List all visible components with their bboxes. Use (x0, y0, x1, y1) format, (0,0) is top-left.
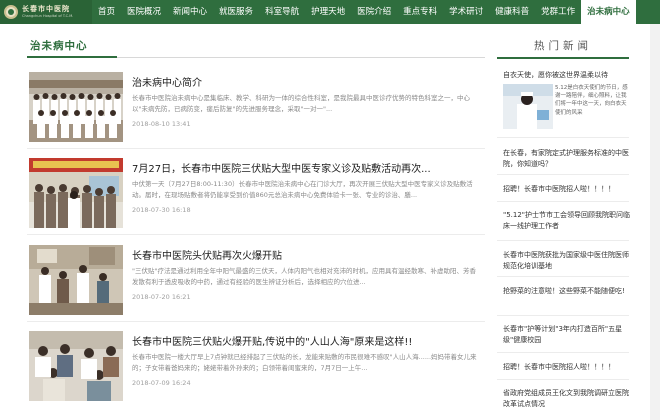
section-title: 治未病中心 (30, 40, 88, 52)
hot-news-item[interactable]: 长春市"护等计划"3年内打造百所"五星级"健康校园 (503, 324, 631, 346)
article-date: 2018-07-09 16:24 (132, 379, 191, 387)
nav-item-key-specialties[interactable]: 重点专科 (397, 0, 443, 24)
article-summary: 长春市中医院治未病中心是集临床、教学、科研为一体的综合性科室，是我院最具中医诊疗… (132, 94, 470, 113)
sidebar-divider (497, 352, 629, 353)
article-summary: 长春市中医院一楼大厅早上7点钟就已经排起了三伏贴的长，龙能来贴敷的市民很难不感叹… (132, 353, 477, 372)
article-title[interactable]: 长春市中医院头伏贴再次火爆开贴 (132, 247, 480, 262)
nav-item-home[interactable]: 首页 (92, 0, 121, 24)
nav-item-nursing[interactable]: 护理天地 (305, 0, 351, 24)
hot-news-item[interactable]: 在长春，有家院定式护理服务标准的中医院，你知道吗？ (503, 148, 631, 170)
article-date: 2018-07-30 16:18 (132, 206, 191, 214)
hospital-logo[interactable]: 长春市中医院 Changchun Hospital of T.C.M. (0, 0, 92, 24)
sidebar-divider (497, 201, 629, 202)
sidebar-divider (497, 137, 629, 138)
page-scrollbar[interactable] (650, 24, 660, 420)
nav-item-prevention-center[interactable]: 治未病中心 (581, 0, 636, 24)
article-divider (27, 234, 485, 235)
article-divider (27, 148, 485, 149)
article-list-section: 治未病中心 治未病中心简介 长春市中医院治未病中心是集临床、教学、科研为一体的综… (27, 24, 485, 420)
nav-item-academic[interactable]: 学术研讨 (443, 0, 489, 24)
article-item[interactable]: 长春市中医院头伏贴再次火爆开贴 "三伏贴"疗法是通过利用全年中阳气最盛的三伏天，… (27, 245, 485, 323)
sidebar-title: 热门新闻 (534, 40, 592, 52)
hot-news-item[interactable]: 自衣天使，愿你被这世界温柔以待 (503, 70, 631, 81)
hot-news-feature-caption: 5.12是白衣天使们的节日，感谢一路陪伴，细心照料，让我们将一年中这一天，向白衣… (555, 85, 628, 116)
hot-news-item[interactable]: 招聘！长春市中医院招人啦！！！！ (503, 184, 631, 195)
sidebar-divider (497, 315, 629, 316)
article-item[interactable]: 治未病中心简介 长春市中医院治未病中心是集临床、教学、科研为一体的综合性科室，是… (27, 72, 485, 150)
top-navigation-bar: 长春市中医院 Changchun Hospital of T.C.M. 首页 医… (0, 0, 660, 24)
logo-chinese-name: 长春市中医院 (22, 5, 70, 13)
hot-news-thumbnail[interactable] (503, 84, 553, 129)
emblem-icon (4, 5, 18, 19)
nav-item-hospital-intro[interactable]: 医院介绍 (351, 0, 397, 24)
nav-item-medical-services[interactable]: 就医服务 (213, 0, 259, 24)
section-divider-accent (27, 56, 117, 58)
article-date: 2018-08-10 13:41 (132, 120, 191, 128)
article-summary: "三伏贴"疗法是通过利用全年中阳气最盛的三伏天，人体内阳气也相对充沛的时机，应用… (132, 267, 476, 286)
article-divider (27, 321, 485, 322)
article-date: 2018-07-20 16:21 (132, 293, 191, 301)
hot-news-item[interactable]: 抢野菜的注意啦！这些野菜不能随便吃! (503, 286, 631, 297)
hot-news-item[interactable]: "5.12"护士节市工会领导回顾我院职问临床一线护理工作者 (503, 210, 631, 232)
article-thumbnail[interactable] (29, 331, 123, 401)
hot-news-item[interactable]: 长春市中医院获批为国家级中医住院医师规范化培训基地 (503, 250, 631, 272)
article-thumbnail[interactable] (29, 72, 123, 142)
nav-item-departments[interactable]: 科室导航 (259, 0, 305, 24)
article-summary: 中伏第一天（7月27日8:00-11:30）长春市中医院治未病中心在门诊大厅，再… (132, 180, 473, 199)
article-thumbnail[interactable] (29, 158, 123, 228)
sidebar-title-underline (497, 57, 629, 59)
hot-news-item[interactable]: 省政府党组成员王化文到我院调研立医院改革试点情况 (503, 388, 631, 410)
sidebar-divider (497, 174, 629, 175)
article-item[interactable]: 7月27日，长春市中医院三伏贴大型中医专家义诊及贴敷活动再次... 中伏第一天（… (27, 158, 485, 236)
article-title[interactable]: 长春市中医院三伏贴火爆开贴,传说中的"人山人海"原来是这样!! (132, 333, 480, 348)
article-item[interactable]: 长春市中医院三伏贴火爆开贴,传说中的"人山人海"原来是这样!! 长春市中医院一楼… (27, 331, 485, 409)
hot-news-item[interactable]: 招聘！长春市中医院招人啦！！！！ (503, 362, 631, 373)
hot-news-sidebar: 热门新闻 自衣天使，愿你被这世界温柔以待 5.12是白衣天使们的节日，感谢一路陪… (493, 24, 633, 420)
sidebar-divider (497, 379, 629, 380)
main-nav: 首页 医院概况 新闻中心 就医服务 科室导航 护理天地 医院介绍 重点专科 学术… (92, 0, 636, 24)
nav-item-hospital-overview[interactable]: 医院概况 (121, 0, 167, 24)
nav-item-health-science[interactable]: 健康科普 (489, 0, 535, 24)
nav-item-news[interactable]: 新闻中心 (167, 0, 213, 24)
article-thumbnail[interactable] (29, 245, 123, 315)
article-title[interactable]: 治未病中心简介 (132, 74, 480, 89)
sidebar-divider (497, 240, 629, 241)
logo-english-name: Changchun Hospital of T.C.M. (22, 14, 74, 18)
sidebar-divider (497, 276, 629, 277)
nav-item-party-work[interactable]: 党群工作 (535, 0, 581, 24)
article-title[interactable]: 7月27日，长春市中医院三伏贴大型中医专家义诊及贴敷活动再次... (132, 160, 480, 175)
